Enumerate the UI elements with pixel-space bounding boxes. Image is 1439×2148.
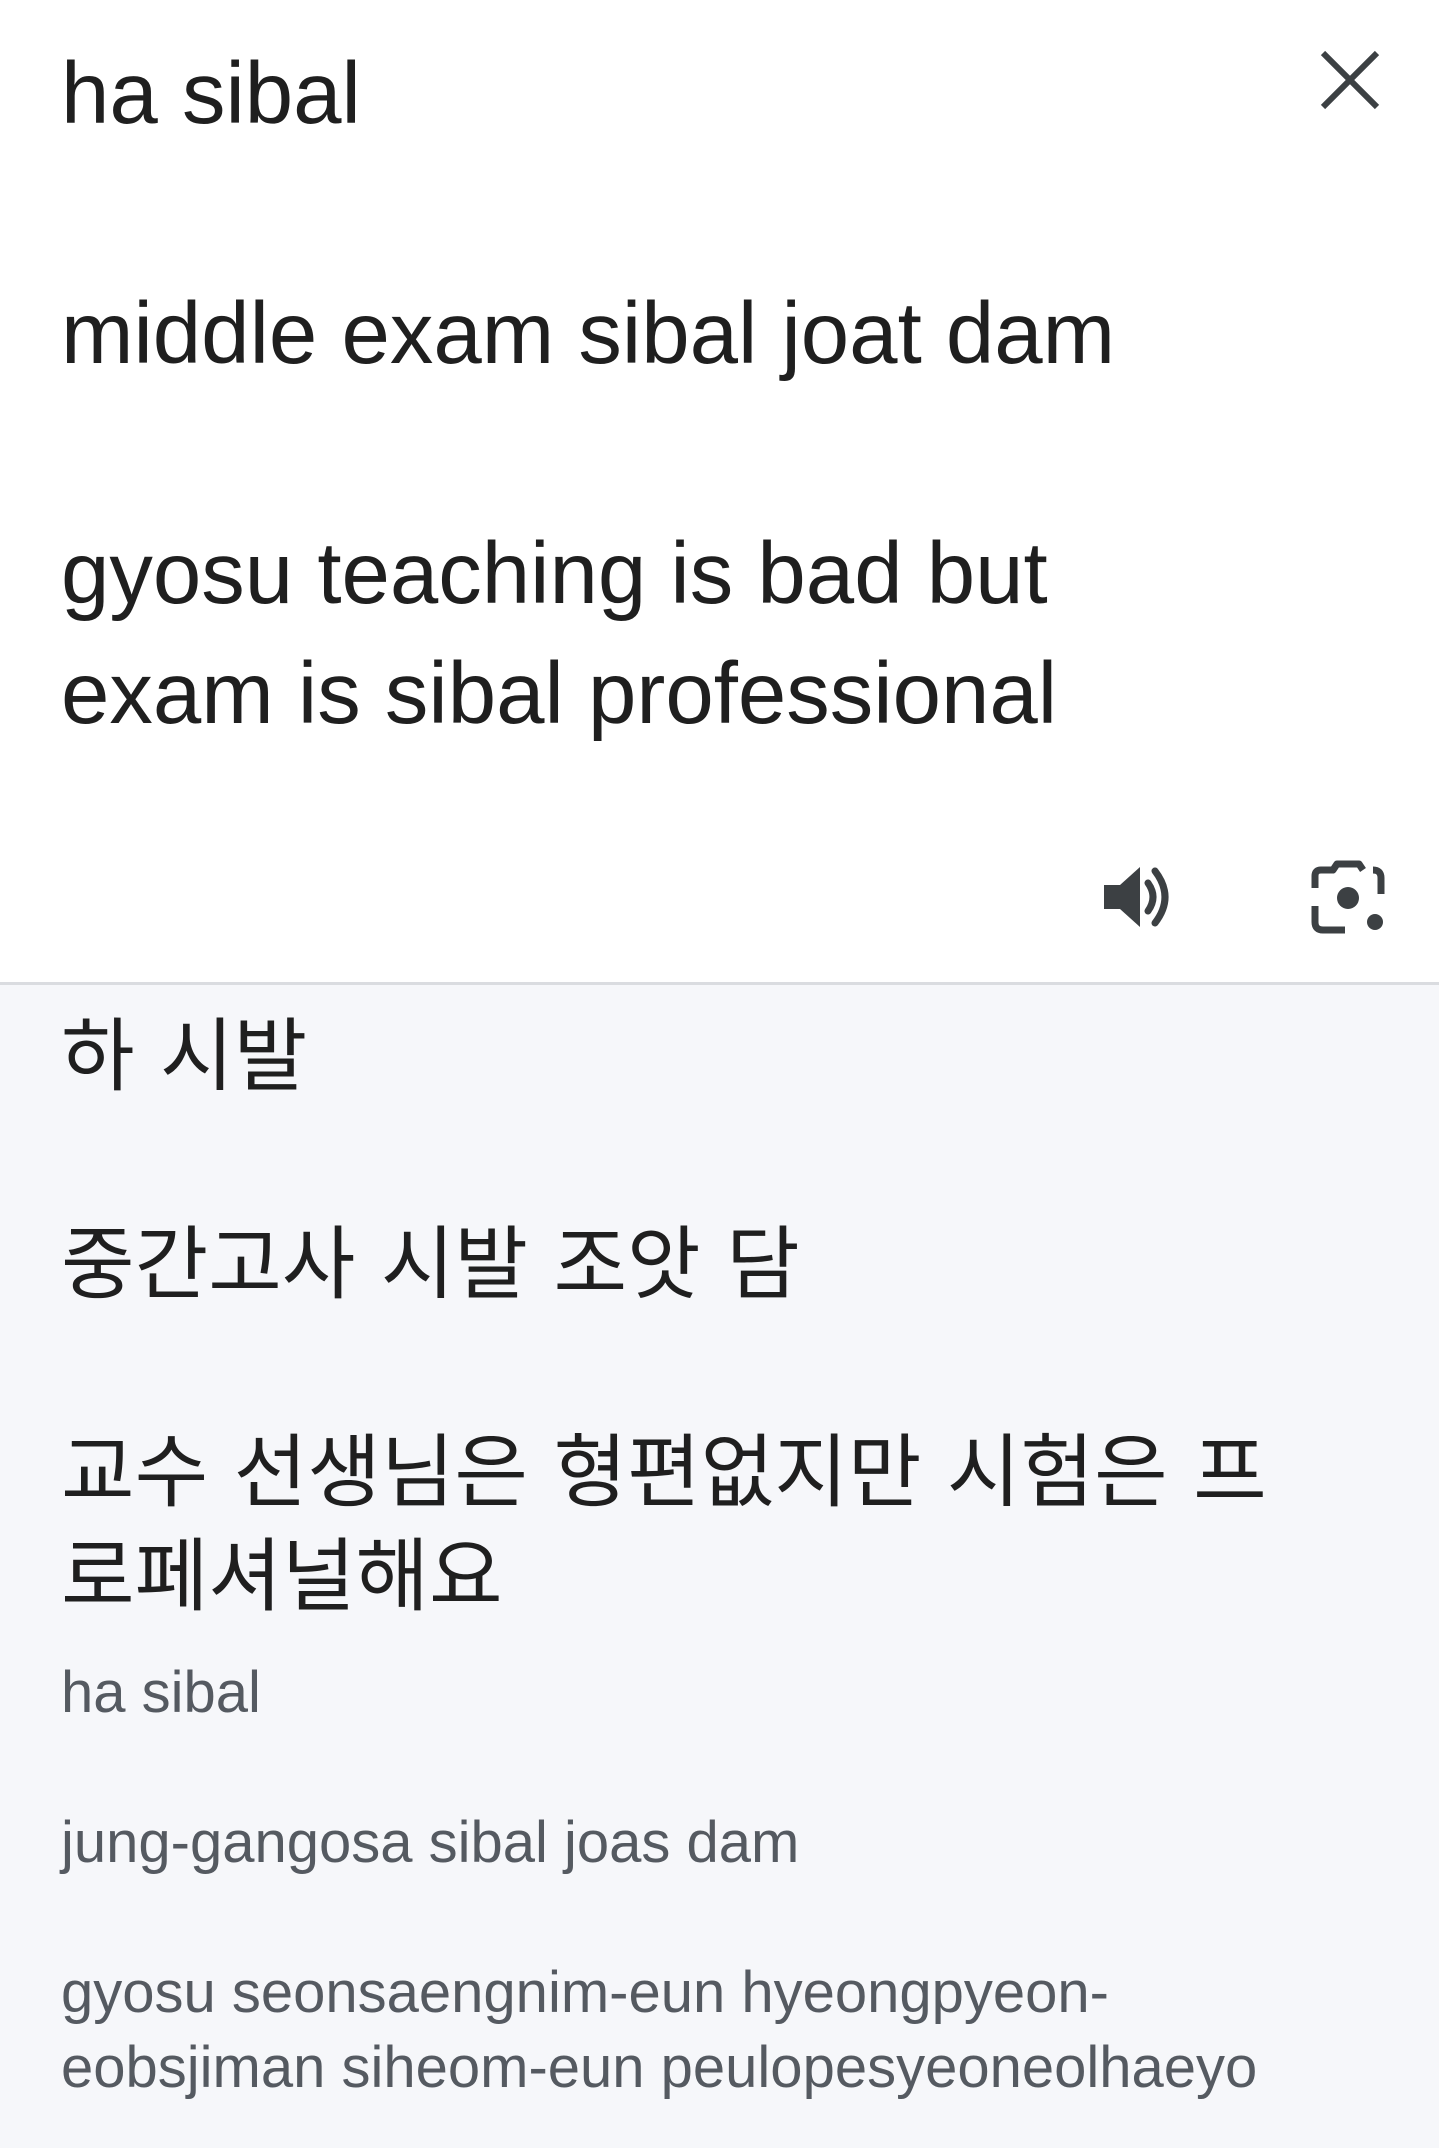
clear-text-button[interactable] (1310, 40, 1390, 120)
source-panel: ha sibal middle exam sibal joat dam gyos… (0, 0, 1439, 983)
source-text-input[interactable]: ha sibal middle exam sibal joat dam gyos… (61, 34, 1261, 754)
volume-up-icon (1104, 867, 1169, 927)
camera-lens-icon (1311, 860, 1385, 934)
romanization-text: ha sibal jung-gangosa sibal joas dam gyo… (61, 1660, 1258, 2100)
close-icon (1320, 50, 1380, 110)
translation-text: 하 시발 중간고사 시발 조앗 담 교수 선생님은 형편없지만 시험은 프 로페… (61, 1010, 1267, 1623)
camera-translate-button[interactable] (1306, 855, 1390, 939)
translation-result-panel: 하 시발 중간고사 시발 조앗 담 교수 선생님은 형편없지만 시험은 프 로페… (0, 985, 1439, 2148)
listen-button[interactable] (1098, 855, 1182, 939)
